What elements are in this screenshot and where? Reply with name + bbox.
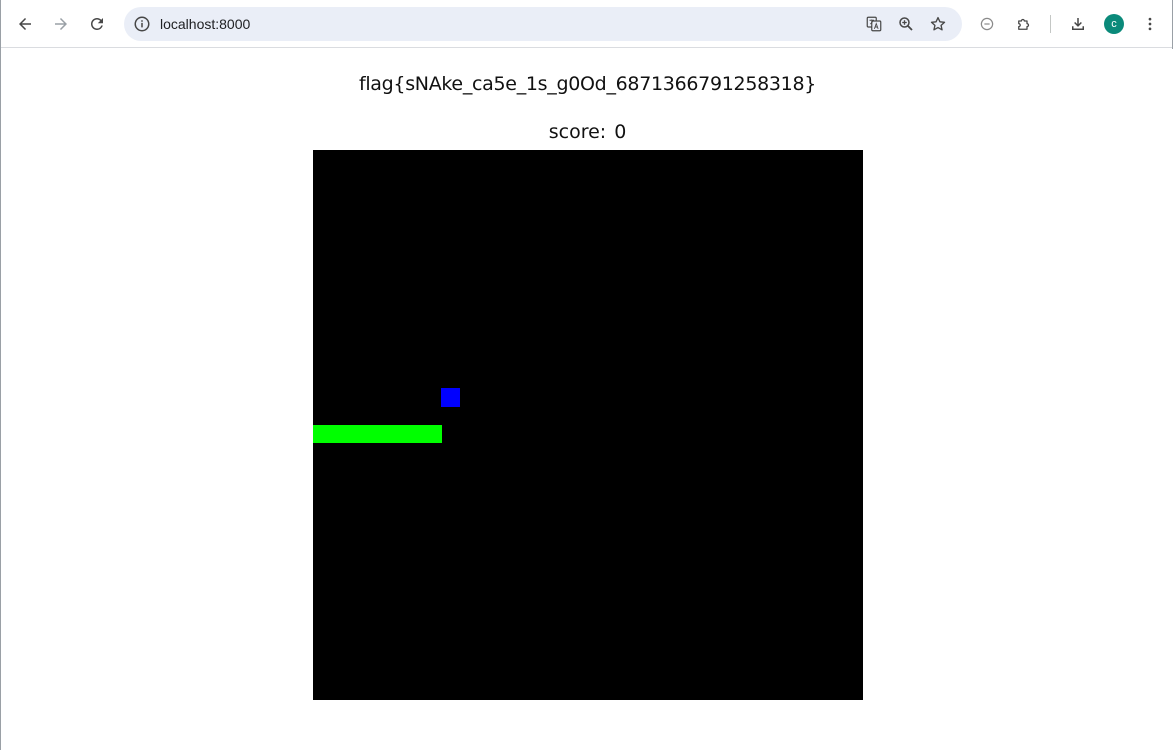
zoom-button[interactable] [894,12,918,36]
reload-button[interactable] [81,8,113,40]
profile-avatar[interactable]: c [1104,14,1124,34]
media-control-button[interactable] [971,8,1003,40]
game-board[interactable] [313,150,863,700]
page-content: flag{sNAke_ca5e_1s_g0Od_6871366791258318… [2,49,1173,750]
snake-segment [423,425,442,444]
url-text[interactable]: localhost:8000 [160,15,250,33]
flag-text: flag{sNAke_ca5e_1s_g0Od_6871366791258318… [358,73,817,95]
info-icon[interactable] [133,15,151,33]
puzzle-icon [1018,18,1030,30]
browser-toolbar: localhost:8000 c [1,0,1172,48]
extensions-button[interactable] [1008,8,1040,40]
forward-button[interactable] [45,8,77,40]
kebab-menu-icon [1148,17,1152,31]
arrow-left-icon [19,18,31,30]
arrow-right-icon [55,18,67,30]
score-display: score: 0 [2,121,1173,143]
minus-circle-icon [980,17,994,31]
score-label: score: [548,121,607,143]
score-value: 0 [614,121,627,143]
translate-icon [866,16,882,32]
snake-segment [386,425,406,444]
snake-segment [404,425,424,444]
translate-button[interactable] [862,12,886,36]
food-pellet [441,388,460,407]
snake-segment [349,425,369,444]
downloads-button[interactable] [1062,8,1094,40]
browser-window: localhost:8000 c flag{sNAke_ca5e_1s_g0Od… [0,0,1173,750]
zoom-in-icon [899,17,913,31]
menu-button[interactable] [1134,8,1166,40]
reload-icon [91,18,103,30]
snake-segment [368,425,387,444]
bookmark-button[interactable] [926,12,950,36]
snake-segment [331,425,351,444]
address-bar[interactable]: localhost:8000 [124,7,962,41]
back-button[interactable] [9,8,41,40]
download-icon [1072,18,1084,30]
snake-segment [313,425,332,444]
toolbar-divider [1050,15,1051,33]
star-icon [930,16,946,31]
